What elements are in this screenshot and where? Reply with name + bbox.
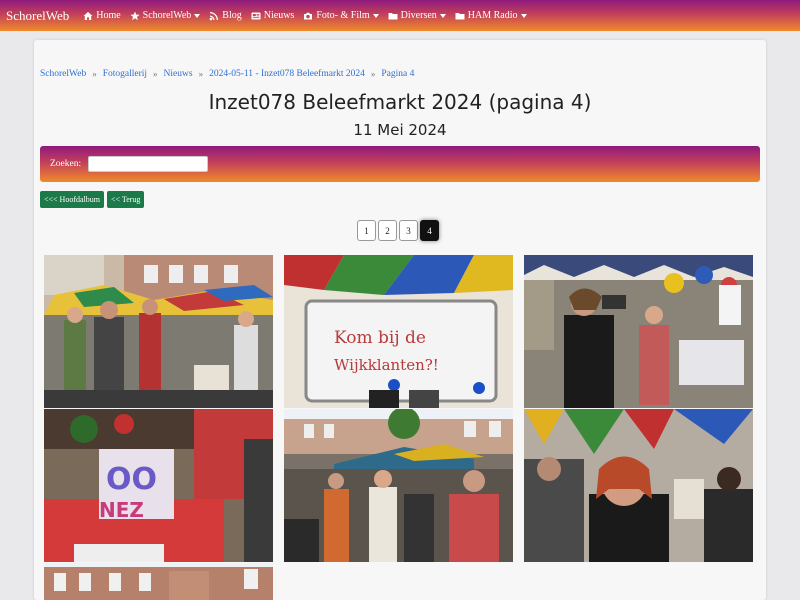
nav-schorelweb[interactable]: SchorelWeb — [130, 10, 201, 21]
folder-icon — [455, 12, 465, 19]
nav-home-label: Home — [96, 10, 121, 21]
page-date: 11 Mei 2024 — [353, 121, 447, 139]
page-4-button[interactable]: 4 — [420, 220, 439, 241]
breadcrumb: SchorelWeb » Fotogallerij » Nieuws » 202… — [40, 69, 414, 79]
chevron-down-icon — [520, 13, 527, 18]
breadcrumb-separator: » — [92, 69, 97, 79]
breadcrumb-separator: » — [153, 69, 158, 79]
nav-nieuws[interactable]: Nieuws — [251, 10, 295, 21]
nav-ham-radio-label: HAM Radio — [467, 10, 518, 21]
market-stalls-photo[interactable] — [44, 255, 273, 408]
page-3-button[interactable]: 3 — [399, 220, 418, 241]
breadcrumb-nieuws[interactable]: Nieuws — [164, 69, 193, 79]
page-title: Inzet078 Beleefmarkt 2024 (pagina 4) — [208, 90, 592, 114]
nav-nieuws-label: Nieuws — [263, 10, 295, 21]
nav-foto-film-label: Foto- & Film — [316, 10, 370, 21]
nav-blog[interactable]: Blog — [209, 10, 242, 21]
top-navbar: SchorelWeb Home SchorelWeb Blog Nieuws F… — [0, 0, 800, 31]
home-icon — [83, 11, 93, 20]
search-label: Zoeken: — [50, 159, 82, 169]
brand-logo[interactable]: SchorelWeb — [6, 8, 69, 24]
star-icon — [130, 11, 140, 20]
people-filming-photo[interactable] — [524, 255, 753, 408]
svg-text:OO: OO — [106, 462, 157, 497]
chevron-down-icon — [439, 13, 446, 18]
nav-ham-radio[interactable]: HAM Radio — [455, 10, 527, 21]
chevron-down-icon — [372, 13, 379, 18]
zen-sign-photo[interactable]: OO NEZ — [44, 409, 273, 562]
breadcrumb-schorelweb[interactable]: SchorelWeb — [40, 69, 86, 79]
nav-diversen-label: Diversen — [400, 10, 437, 21]
folder-icon — [388, 12, 398, 19]
svg-text:Kom bij de: Kom bij de — [334, 328, 426, 348]
nav-blog-label: Blog — [222, 10, 242, 21]
main-album-button[interactable]: <<< Hoofdalbum — [40, 191, 104, 208]
nav-schorelweb-label: SchorelWeb — [142, 10, 192, 21]
main-content: SchorelWeb » Fotogallerij » Nieuws » 202… — [34, 40, 766, 600]
chevron-down-icon — [194, 13, 201, 18]
newspaper-icon — [251, 12, 261, 19]
whiteboard-photo[interactable]: Kom bij de Wijkklanten?! — [284, 255, 513, 408]
svg-text:Wijkklanten?!: Wijkklanten?! — [334, 356, 439, 374]
breadcrumb-separator: » — [370, 69, 376, 79]
nav-diversen[interactable]: Diversen — [388, 10, 446, 21]
breadcrumb-current-page[interactable]: Pagina 4 — [381, 69, 414, 79]
building-photo[interactable] — [44, 563, 273, 600]
square-crowd-photo[interactable] — [284, 409, 513, 562]
nav-home[interactable]: Home — [83, 10, 121, 21]
rss-icon — [209, 11, 219, 20]
camera-icon — [304, 12, 313, 19]
woman-in-crowd-photo[interactable] — [524, 409, 753, 562]
breadcrumb-fotogallerij[interactable]: Fotogallerij — [103, 69, 147, 79]
pagination: 1 2 3 4 — [357, 220, 439, 241]
search-bar: Zoeken: — [40, 146, 760, 182]
page-1-button[interactable]: 1 — [357, 220, 376, 241]
nav-foto-film[interactable]: Foto- & Film — [303, 10, 379, 21]
breadcrumb-separator: » — [198, 69, 204, 79]
album-nav-buttons: <<< Hoofdalbum << Terug — [40, 191, 145, 208]
back-button[interactable]: << Terug — [106, 191, 145, 208]
photo-gallery: Kom bij de Wijkklanten?! OO NEZ — [44, 255, 756, 600]
svg-text:NEZ: NEZ — [99, 498, 144, 522]
search-input[interactable] — [88, 156, 209, 172]
page-2-button[interactable]: 2 — [378, 220, 397, 241]
breadcrumb-album[interactable]: 2024-05-11 - Inzet078 Beleefmarkt 2024 — [209, 69, 365, 79]
